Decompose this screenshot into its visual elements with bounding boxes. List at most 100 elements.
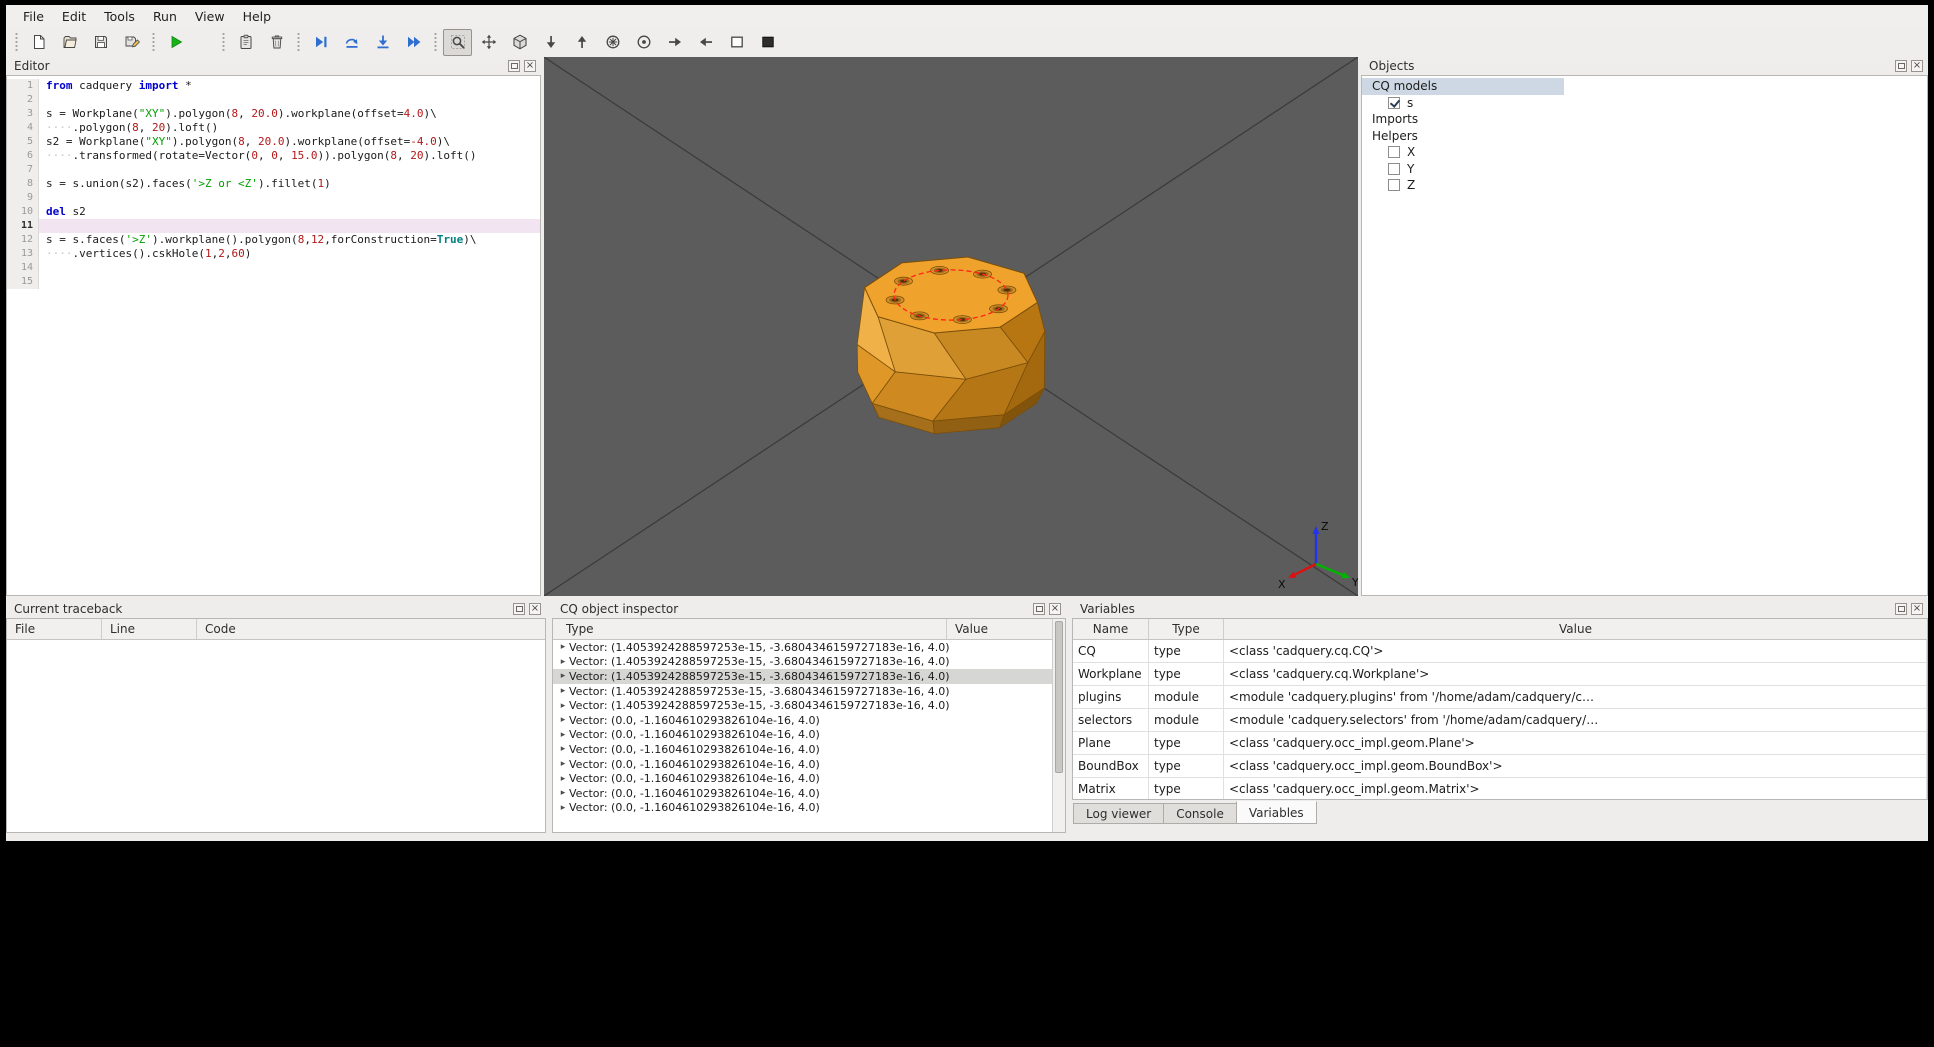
editor-body[interactable]: 1 from cadquery import * 2 3 s = Workplane("… [6,75,541,596]
menu-file[interactable]: File [14,7,53,26]
variables-cell[interactable]: Workplane [1073,663,1149,686]
expander-icon[interactable]: ▸ [557,788,569,798]
editor-line[interactable]: 2 [7,93,540,107]
variables-cell[interactable]: <class 'cadquery.occ_impl.geom.BoundBox'… [1224,755,1927,778]
variables-cell[interactable]: type [1149,755,1224,778]
inspector-row[interactable]: ▸ Vector: (0.0, -1.1604610293826104e-16, … [553,742,1052,757]
fit-all-button[interactable] [474,29,503,56]
fit-zoom-button[interactable] [443,28,472,56]
inspector-row[interactable]: ▸ Vector: (1.4053924288597253e-15, -3.680… [553,669,1052,684]
inspector-row[interactable]: ▸ Vector: (0.0, -1.1604610293826104e-16, … [553,757,1052,772]
line-number[interactable]: 7 [7,163,39,177]
variables-cell[interactable]: plugins [1073,686,1149,709]
save-as-file-button[interactable] [117,29,146,56]
variables-cell[interactable]: type [1149,732,1224,755]
expander-icon[interactable]: ▸ [557,803,569,813]
editor-line[interactable]: 13 ····.vertices().cskHole(1,2,60) [7,247,540,261]
close-dock-icon[interactable] [1911,603,1923,615]
line-number[interactable]: 9 [7,191,39,205]
line-number[interactable]: 12 [7,233,39,247]
expander-icon[interactable]: ▸ [557,774,569,784]
new-file-button[interactable] [24,29,53,56]
view-right-button[interactable] [660,29,689,56]
menu-run[interactable]: Run [144,7,186,26]
editor-line[interactable]: 5 s2 = Workplane("XY").polygon(8, 20.0).w… [7,135,540,149]
line-number[interactable]: 15 [7,275,39,289]
viewport-canvas[interactable]: Z Y X [544,57,1358,596]
variables-cell[interactable]: selectors [1073,709,1149,732]
float-dock-icon[interactable] [1895,603,1907,615]
debug-button[interactable] [306,29,335,56]
variables-cell[interactable]: CQ [1073,640,1149,663]
menu-edit[interactable]: Edit [53,7,95,26]
variables-cell[interactable]: Plane [1073,732,1149,755]
editor-line[interactable]: 15 [7,275,540,289]
variables-cell[interactable]: type [1149,778,1224,799]
variables-cell[interactable]: module [1149,686,1224,709]
traceback-col-file[interactable]: File [7,619,102,639]
line-number[interactable]: 2 [7,93,39,107]
continue-button[interactable] [399,29,428,56]
variables-col-value[interactable]: Value [1224,619,1927,640]
editor-line[interactable]: 11 [7,219,540,233]
editor-line[interactable]: 8 s = s.union(s2).faces('>Z or <Z').fille… [7,177,540,191]
line-number[interactable]: 11 [7,219,39,233]
inspector-row[interactable]: ▸ Vector: (0.0, -1.1604610293826104e-16, … [553,801,1052,816]
view-up-button[interactable] [567,29,596,56]
checkbox-x[interactable] [1388,146,1400,159]
line-number[interactable]: 13 [7,247,39,261]
editor-line[interactable]: 6 ····.transformed(rotate=Vector(0, 0, 15… [7,149,540,163]
variables-cell[interactable]: <class 'cadquery.occ_impl.geom.Plane'> [1224,732,1927,755]
render-button[interactable] [161,29,190,56]
variables-cell[interactable]: <module 'cadquery.selectors' from '/home… [1224,709,1927,732]
save-file-button[interactable] [86,29,115,56]
variables-cell[interactable]: <module 'cadquery.plugins' from '/home/a… [1224,686,1927,709]
expander-icon[interactable]: ▸ [557,701,569,711]
tree-item-x[interactable]: X [1362,144,1927,161]
editor-line[interactable]: 1 from cadquery import * [7,79,540,93]
inspector-col-type[interactable]: Type [553,619,947,639]
tree-item-imports[interactable]: Imports [1362,111,1927,128]
inspector-row[interactable]: ▸ Vector: (0.0, -1.1604610293826104e-16, … [553,786,1052,801]
expander-icon[interactable]: ▸ [557,657,569,667]
tree-item-z[interactable]: Z [1362,177,1927,194]
viewport-3d[interactable]: Z Y X [544,57,1358,596]
variables-cell[interactable]: Matrix [1073,778,1149,799]
variables-cell[interactable]: <class 'cadquery.cq.Workplane'> [1224,663,1927,686]
editor-line[interactable]: 10 del s2 [7,205,540,219]
expander-icon[interactable]: ▸ [557,686,569,696]
close-dock-icon[interactable] [524,60,536,72]
variables-col-name[interactable]: Name [1073,619,1149,640]
variables-cell[interactable]: type [1149,663,1224,686]
float-dock-icon[interactable] [1033,603,1045,615]
editor-line[interactable]: 9 [7,191,540,205]
inspector-row[interactable]: ▸ Vector: (1.4053924288597253e-15, -3.680… [553,655,1052,670]
editor-line[interactable]: 3 s = Workplane("XY").polygon(8, 20.0).wo… [7,107,540,121]
checkbox-z[interactable] [1388,179,1400,192]
line-number[interactable]: 3 [7,107,39,121]
line-number[interactable]: 14 [7,261,39,275]
expander-icon[interactable]: ▸ [557,642,569,652]
open-file-button[interactable] [55,29,84,56]
tree-item-y[interactable]: Y [1362,161,1927,178]
tab-variables[interactable]: Variables [1235,801,1317,824]
traceback-col-code[interactable]: Code [197,619,545,639]
line-number[interactable]: 5 [7,135,39,149]
float-dock-icon[interactable] [508,60,520,72]
inspector-row[interactable]: ▸ Vector: (1.4053924288597253e-15, -3.680… [553,684,1052,699]
variables-col-type[interactable]: Type [1149,619,1224,640]
view-left-button[interactable] [691,29,720,56]
editor-line[interactable]: 14 [7,261,540,275]
inspector-row[interactable]: ▸ Vector: (0.0, -1.1604610293826104e-16, … [553,728,1052,743]
iso-view-button[interactable] [505,29,534,56]
close-dock-icon[interactable] [529,603,541,615]
view-axo-button[interactable] [598,29,627,56]
view-down-button[interactable] [536,29,565,56]
tree-item-s[interactable]: s [1362,95,1927,112]
variables-cell[interactable]: <class 'cadquery.occ_impl.geom.Matrix'> [1224,778,1927,799]
line-number[interactable]: 6 [7,149,39,163]
menu-view[interactable]: View [186,7,234,26]
variables-cell[interactable]: BoundBox [1073,755,1149,778]
step-over-button[interactable] [337,29,366,56]
line-number[interactable]: 10 [7,205,39,219]
